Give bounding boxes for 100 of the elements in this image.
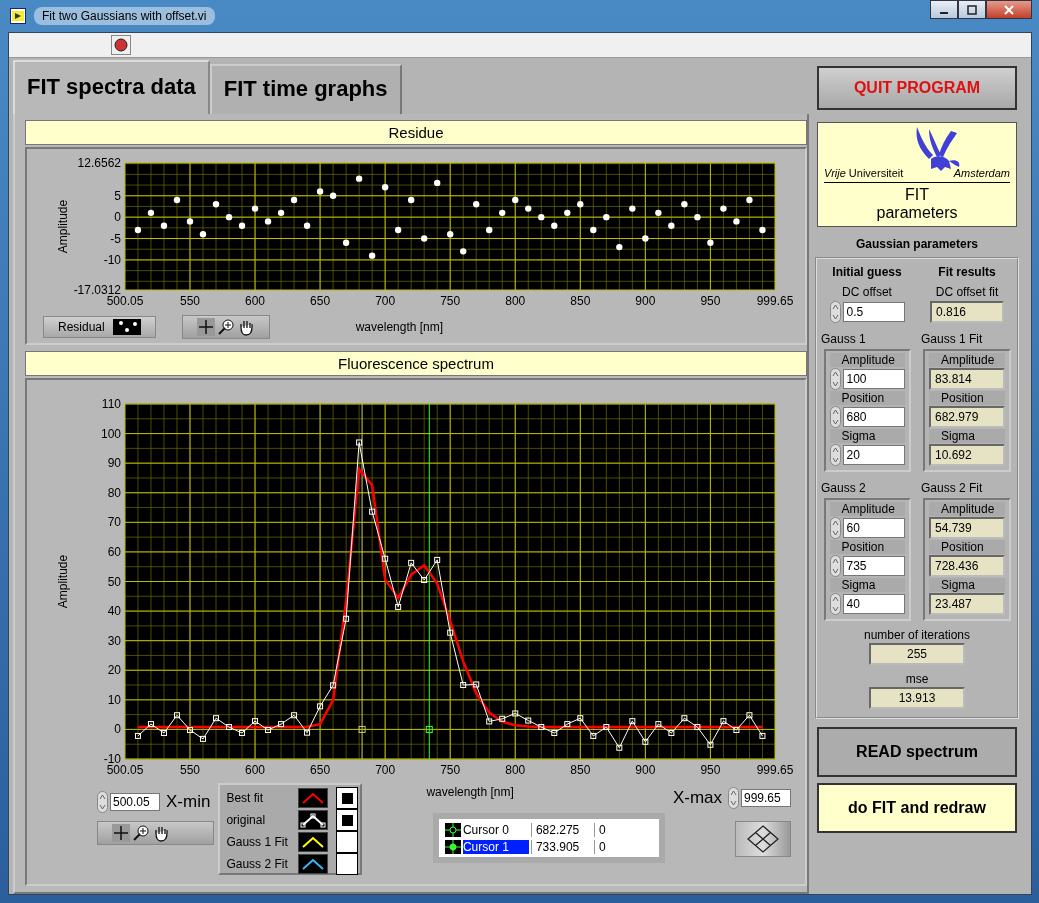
cursor-line[interactable] [428, 403, 430, 760]
hand-icon[interactable] [152, 824, 170, 842]
tick-label: 850 [570, 294, 591, 308]
tick-label: 850 [570, 763, 591, 777]
iterations-value: 255 [869, 643, 965, 665]
data-point [733, 218, 740, 225]
spinner-icon[interactable] [829, 406, 841, 428]
x-max-label: X-max [672, 788, 722, 808]
cursor-name[interactable]: Cursor 1 [462, 839, 529, 854]
plot-visible-checkbox[interactable] [336, 853, 359, 875]
line-style-icon[interactable] [298, 854, 329, 874]
maximize-button[interactable] [958, 0, 986, 19]
line-style-icon[interactable] [298, 832, 329, 852]
field-label: DC offset [842, 285, 892, 299]
read-spectrum-button[interactable]: READ spectrum [817, 727, 1017, 777]
data-point [486, 226, 493, 234]
spinner-icon[interactable] [829, 301, 841, 323]
plot-visible-checkbox[interactable] [336, 809, 359, 831]
dc-offset-field[interactable]: 0.5 [842, 302, 905, 322]
cursor-name[interactable]: Cursor 0 [462, 822, 529, 837]
cursor-line[interactable] [361, 403, 363, 760]
spinner-icon[interactable] [97, 791, 108, 813]
cursor-y-value: 0 [593, 839, 606, 854]
line-style-icon[interactable] [298, 810, 329, 830]
spinner-icon[interactable] [728, 787, 739, 809]
parameter-field[interactable]: 735 [842, 556, 905, 576]
tab[interactable]: FIT time graphs [209, 64, 402, 114]
parameter-field[interactable]: 40 [842, 594, 905, 614]
data-point [460, 248, 467, 255]
data-point [173, 196, 181, 204]
tick-label: 650 [310, 294, 331, 308]
data-point [330, 682, 337, 689]
minimize-button[interactable] [930, 0, 958, 19]
legend-label: Gauss 1 Fit [226, 835, 289, 849]
tick-label: 20 [107, 663, 121, 678]
tick-label: 999.65 [756, 294, 794, 308]
plot-visible-checkbox[interactable] [336, 831, 359, 853]
window-title: Fit two Gaussians with offset.vi [34, 7, 215, 25]
data-point [394, 226, 402, 234]
crosshair-icon [444, 839, 461, 854]
tick-label: 70 [107, 515, 121, 530]
data-point [759, 732, 766, 739]
zoom-icon[interactable] [132, 824, 150, 842]
field-label: Position [829, 391, 905, 405]
data-point [499, 715, 506, 722]
fit-value: 728.436 [929, 555, 1005, 577]
abort-button[interactable] [111, 35, 131, 55]
data-point [317, 703, 324, 710]
x-max-field[interactable]: 999.65 [741, 789, 791, 807]
axis-title: wavelength [nm] [355, 320, 444, 334]
crosshair-icon[interactable] [196, 318, 215, 336]
tab[interactable]: FIT spectra data [13, 60, 210, 114]
data-point [265, 727, 272, 733]
tick-label: 60 [107, 544, 121, 559]
spinner-icon[interactable] [829, 555, 841, 577]
crosshair-icon[interactable] [112, 824, 130, 842]
plot-legend-button[interactable]: Residual [43, 316, 156, 338]
legend-label: original [226, 813, 267, 827]
field-label: Position [929, 391, 1005, 405]
tick-label: 800 [505, 294, 526, 308]
field-label: Sigma [929, 578, 1005, 592]
cursor-y-value: 0 [593, 822, 606, 837]
data-point [368, 252, 376, 259]
spinner-icon[interactable] [829, 368, 841, 390]
university-name: Vrije Universiteit [824, 167, 904, 179]
column-header: Initial guess [832, 265, 902, 279]
field-label: Amplitude [929, 502, 1005, 516]
tick-label: 700 [375, 763, 396, 777]
spinner-icon[interactable] [829, 593, 841, 615]
tick-label: 600 [245, 763, 266, 777]
field-label: Sigma [929, 429, 1005, 443]
city-name: Amsterdam [953, 167, 1010, 179]
parameter-field[interactable]: 100 [842, 369, 905, 389]
zoom-icon[interactable] [216, 318, 235, 336]
data-point [460, 682, 467, 689]
close-button[interactable] [986, 0, 1032, 19]
data-point [147, 721, 154, 728]
data-point [213, 715, 219, 722]
x-min-field[interactable]: 500.05 [110, 793, 160, 811]
plot-visible-checkbox[interactable] [336, 787, 359, 809]
data-point [343, 615, 350, 622]
data-point [642, 235, 649, 242]
app-icon [10, 8, 26, 24]
field-label: Amplitude [829, 502, 905, 516]
line-style-icon[interactable] [298, 788, 329, 808]
data-point [473, 681, 480, 688]
tick-label: 10 [107, 692, 121, 707]
spinner-icon[interactable] [829, 517, 841, 539]
field-label: Amplitude [929, 353, 1005, 367]
data-point [187, 727, 193, 733]
parameter-field[interactable]: 20 [842, 445, 905, 465]
parameter-field[interactable]: 680 [842, 407, 905, 427]
cursor-marker[interactable] [425, 725, 433, 733]
fit-button[interactable]: do FIT and redraw [817, 783, 1017, 833]
data-point [668, 222, 675, 229]
spinner-icon[interactable] [829, 444, 841, 466]
group-title: Gaussian parameters [855, 237, 979, 251]
parameter-field[interactable]: 60 [842, 518, 905, 538]
cursor-marker[interactable] [358, 725, 366, 733]
cursor-move-button[interactable] [735, 821, 791, 857]
